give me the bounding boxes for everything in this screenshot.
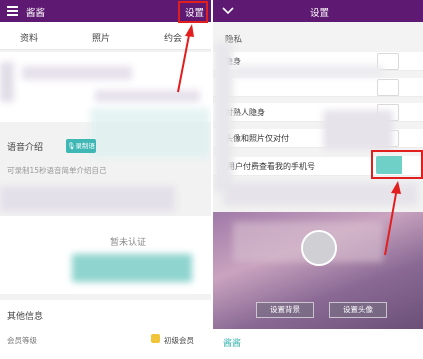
annotation-arrow (177, 24, 194, 93)
profile-screen: 酱酱 设置 资料 照片 约会 语音介绍 可录制15秒语音简单介绍自己 🎙录制语 … (0, 0, 211, 359)
annotation-arrow (384, 181, 401, 256)
settings-screen: 设置 隐私 隐身 对熟人隐身 头像和照片仅对付 用户付费查看我的手机号 设置背景… (213, 0, 423, 359)
